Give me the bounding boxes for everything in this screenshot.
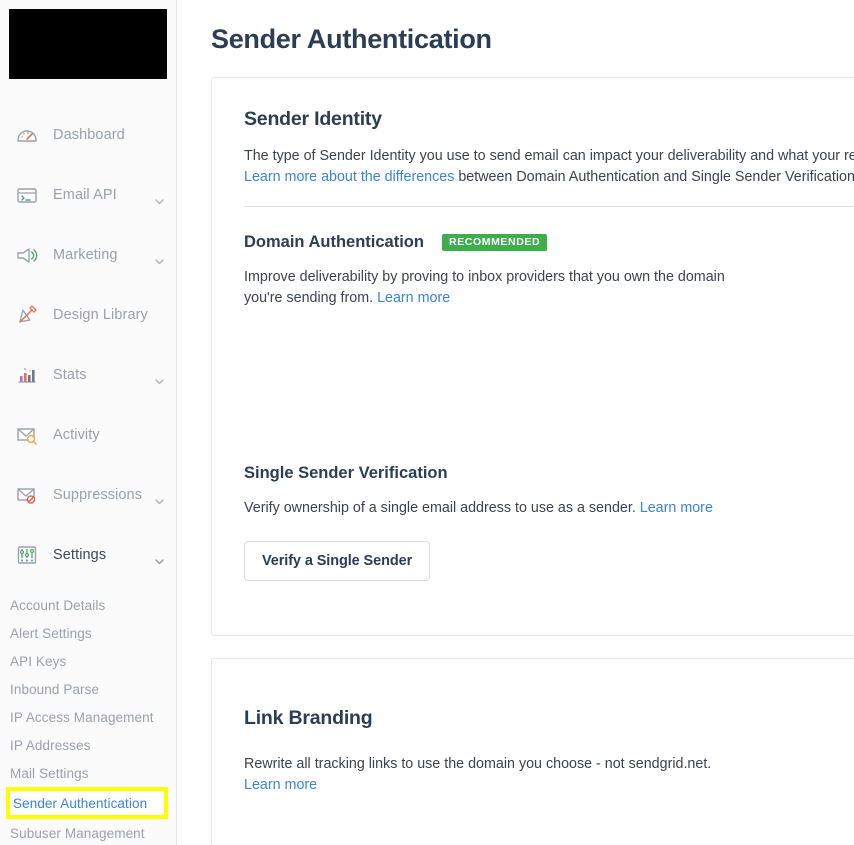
sidebar-item-dashboard[interactable]: Dashboard	[0, 105, 176, 165]
single-sender-description-text: Verify ownership of a single email addre…	[244, 500, 640, 516]
sender-identity-intro-text-2: between Domain Authentication and Single…	[454, 169, 854, 185]
sender-identity-intro-text: The type of Sender Identity you use to s…	[244, 148, 854, 164]
sidebar-item-label: Suppressions	[53, 487, 143, 503]
domain-authentication-title: Domain Authentication	[244, 233, 424, 251]
subnav-label: API Keys	[10, 653, 67, 669]
sidebar-item-email-api[interactable]: Email API	[0, 165, 176, 225]
sidebar-item-label: Stats	[53, 367, 87, 383]
domain-authentication-description-text: Improve deliverability by proving to inb…	[244, 269, 725, 306]
chevron-down-icon[interactable]	[155, 372, 164, 385]
link-branding-description: Rewrite all tracking links to use the do…	[244, 754, 740, 796]
link-branding-learn-more-link[interactable]: Learn more	[244, 777, 317, 793]
envelope-search-icon	[14, 422, 40, 448]
sidebar-item-stats[interactable]: Stats	[0, 345, 176, 405]
sidebar-item-design-library[interactable]: Design Library	[0, 285, 176, 345]
sidebar-subitem-mail-settings[interactable]: Mail Settings	[0, 759, 176, 787]
sidebar-subitem-ip-access-management[interactable]: IP Access Management	[0, 703, 176, 731]
brand-logo[interactable]	[9, 9, 167, 79]
link-branding-card: Link Branding Rewrite all tracking links…	[211, 658, 854, 845]
terminal-icon	[14, 182, 40, 208]
chevron-down-icon[interactable]	[155, 192, 164, 205]
subnav-label: Inbound Parse	[10, 681, 100, 697]
app-root: Dashboard Email API Marketing Design Lib…	[0, 0, 854, 845]
section-divider	[244, 206, 854, 207]
page-title: Sender Authentication	[211, 24, 492, 54]
sender-identity-intro: The type of Sender Identity you use to s…	[244, 146, 854, 167]
domain-authentication-header: Domain Authentication RECOMMENDED	[244, 233, 854, 252]
single-sender-title: Single Sender Verification	[244, 464, 448, 482]
domain-authentication-learn-more-link[interactable]: Learn more	[377, 290, 450, 306]
link-branding-bottom-padding	[244, 796, 854, 845]
sidebar: Dashboard Email API Marketing Design Lib…	[0, 0, 177, 845]
single-sender-learn-more-link[interactable]: Learn more	[640, 500, 713, 516]
sidebar-subitem-account-details[interactable]: Account Details	[0, 591, 176, 619]
link-branding-description-text: Rewrite all tracking links to use the do…	[244, 756, 712, 772]
sidebar-subitem-ip-addresses[interactable]: IP Addresses	[0, 731, 176, 759]
sidebar-item-settings[interactable]: Settings	[0, 525, 176, 585]
sidebar-item-activity[interactable]: Activity	[0, 405, 176, 465]
sender-identity-card: Sender Identity The type of Sender Ident…	[211, 77, 854, 636]
verify-single-sender-button[interactable]: Verify a Single Sender	[244, 541, 431, 581]
domain-authentication-description: Improve deliverability by proving to inb…	[244, 267, 740, 309]
sidebar-item-suppressions[interactable]: Suppressions	[0, 465, 176, 525]
card-bottom-padding	[244, 581, 854, 635]
sidebar-item-label: Email API	[53, 187, 117, 203]
primary-nav: Dashboard Email API Marketing Design Lib…	[0, 105, 176, 845]
sidebar-subitem-api-keys[interactable]: API Keys	[0, 647, 176, 675]
subnav-label: IP Access Management	[10, 709, 154, 725]
subnav-label: Subuser Management	[10, 825, 145, 841]
sidebar-item-label: Dashboard	[53, 127, 125, 143]
sidebar-item-label: Design Library	[53, 307, 148, 323]
chevron-down-icon[interactable]	[155, 552, 164, 565]
sidebar-subitem-sender-authentication[interactable]: Sender Authentication	[6, 787, 168, 819]
sidebar-item-label: Activity	[53, 427, 100, 443]
subnav-label: Mail Settings	[10, 765, 89, 781]
megaphone-icon	[14, 242, 40, 268]
recommended-badge: RECOMMENDED	[441, 234, 548, 251]
subnav-label: Account Details	[10, 597, 106, 613]
sender-identity-intro-line2: Learn more about the differences between…	[244, 167, 854, 188]
gauge-icon	[14, 122, 40, 148]
subnav-label: Alert Settings	[10, 625, 92, 641]
link-branding-heading: Link Branding	[244, 707, 373, 729]
chevron-down-icon[interactable]	[155, 252, 164, 265]
subnav-label: Sender Authentication	[13, 795, 148, 811]
sender-identity-heading: Sender Identity	[244, 108, 382, 130]
chevron-down-icon[interactable]	[155, 492, 164, 505]
pencil-ruler-icon	[14, 302, 40, 328]
domain-authentication-content-area	[244, 309, 854, 464]
sidebar-subitem-alert-settings[interactable]: Alert Settings	[0, 619, 176, 647]
learn-more-differences-link[interactable]: Learn more about the differences	[244, 169, 454, 185]
main-content: Sender Authentication Sender Identity Th…	[177, 0, 854, 845]
sidebar-subitem-inbound-parse[interactable]: Inbound Parse	[0, 675, 176, 703]
bar-chart-icon	[14, 362, 40, 388]
envelope-blocked-icon	[14, 482, 40, 508]
sidebar-subitem-subuser-management[interactable]: Subuser Management	[0, 819, 176, 845]
settings-subnav: Account Details Alert Settings API Keys …	[0, 585, 176, 845]
single-sender-description: Verify ownership of a single email addre…	[244, 498, 854, 519]
sliders-icon	[14, 542, 40, 568]
subnav-label: IP Addresses	[10, 737, 91, 753]
sidebar-item-marketing[interactable]: Marketing	[0, 225, 176, 285]
sidebar-item-label: Marketing	[53, 247, 118, 263]
sidebar-item-label: Settings	[53, 547, 107, 563]
single-sender-header: Single Sender Verification	[244, 464, 854, 483]
